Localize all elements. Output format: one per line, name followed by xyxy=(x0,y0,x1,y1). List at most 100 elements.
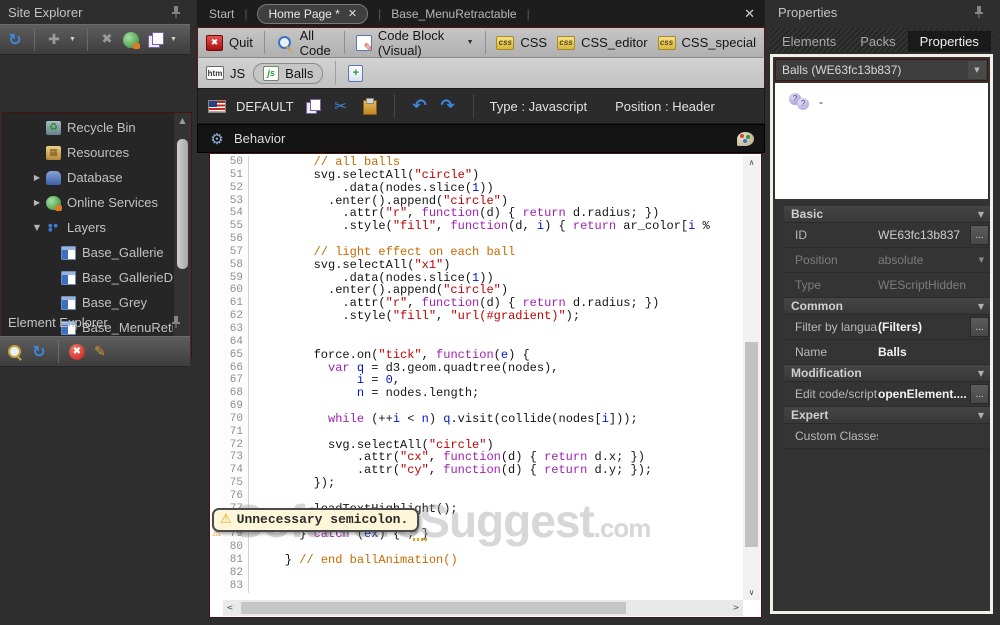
code-line[interactable]: 75 }); xyxy=(210,477,743,490)
tab-home-page[interactable]: Home Page * ✕ xyxy=(257,4,368,24)
editor-hscrollbar[interactable]: < > xyxy=(223,600,743,616)
pin-icon[interactable] xyxy=(170,5,182,19)
collapse-section-icon[interactable]: ▼ xyxy=(978,302,984,311)
tab-packs[interactable]: Packs xyxy=(848,31,907,52)
code-line[interactable]: 55 .style("fill", function(d, i) { retur… xyxy=(210,220,743,233)
tree-item-base-gallerie[interactable]: Base_Gallerie xyxy=(3,240,173,265)
scroll-up-icon[interactable]: ∧ xyxy=(743,156,760,170)
language-flag-icon[interactable] xyxy=(208,100,226,113)
tab-js[interactable]: htmJS xyxy=(206,66,245,81)
chevron-down-icon[interactable]: ▼ xyxy=(69,36,77,43)
code-editor[interactable]: 50 // all balls51 svg.selectAll("circle"… xyxy=(209,153,762,618)
tab-start[interactable]: Start xyxy=(209,7,234,21)
property-row-filter-by-langua[interactable]: Filter by langua(Filters)... xyxy=(784,315,990,340)
script-element-icon[interactable] xyxy=(789,93,811,109)
code-line[interactable]: 50 // all balls xyxy=(210,156,743,169)
quit-button[interactable]: ✖Quit xyxy=(206,35,253,51)
delete-red-icon[interactable]: ✖ xyxy=(69,344,85,360)
code-line[interactable]: 83 xyxy=(210,580,743,593)
paste-icon[interactable] xyxy=(360,97,378,115)
code-line[interactable]: 76 xyxy=(210,490,743,503)
pin-icon[interactable] xyxy=(973,5,985,19)
ellipsis-button[interactable]: ... xyxy=(970,225,989,245)
open-css-button[interactable]: cssCSS xyxy=(496,35,547,50)
code-area[interactable]: 50 // all balls51 svg.selectAll("circle"… xyxy=(210,156,743,600)
open-css_special-button[interactable]: cssCSS_special xyxy=(658,35,756,50)
tab-balls[interactable]: jsBalls xyxy=(253,63,323,84)
expand-arrow-icon[interactable]: ▶ xyxy=(32,198,42,207)
code-line[interactable]: 57 // light effect on each ball xyxy=(210,246,743,259)
close-icon[interactable]: ✕ xyxy=(744,6,755,22)
refresh-icon[interactable]: ↻ xyxy=(6,31,24,49)
open-css_editor-button[interactable]: cssCSS_editor xyxy=(557,35,647,50)
code-line[interactable]: 70 while (++i < n) q.visit(collide(nodes… xyxy=(210,413,743,426)
tree-item-resources[interactable]: ▦Resources xyxy=(3,140,173,165)
code-line[interactable]: 82 xyxy=(210,567,743,580)
scroll-up-icon[interactable]: ▲ xyxy=(174,113,191,128)
scrollbar-thumb[interactable] xyxy=(177,139,188,269)
collapse-section-icon[interactable]: ▼ xyxy=(978,411,984,420)
pin-icon[interactable] xyxy=(170,315,182,329)
undo-icon[interactable]: ↶ xyxy=(411,97,429,115)
code-line[interactable]: 68 n = nodes.length; xyxy=(210,387,743,400)
language-label[interactable]: DEFAULT xyxy=(236,99,294,114)
scroll-left-icon[interactable]: < xyxy=(223,600,237,616)
scrollbar-thumb[interactable] xyxy=(241,602,626,614)
publish-globe-icon[interactable] xyxy=(123,32,139,48)
ellipsis-button[interactable]: ... xyxy=(970,384,989,404)
code-line[interactable]: 63 xyxy=(210,323,743,336)
redo-icon[interactable]: ↷ xyxy=(439,97,457,115)
scroll-down-icon[interactable]: ∨ xyxy=(743,586,760,600)
tab-properties[interactable]: Properties xyxy=(908,31,991,52)
add-icon[interactable]: ✚ xyxy=(45,31,63,49)
code-line[interactable]: 69 xyxy=(210,400,743,413)
section-header-modification[interactable]: Modification▼ xyxy=(784,365,990,382)
code-line[interactable]: 65 force.on("tick", function(e) { xyxy=(210,349,743,362)
scrollbar-thumb[interactable] xyxy=(745,342,758,546)
section-header-basic[interactable]: Basic▼ xyxy=(784,206,990,223)
style-brush-icon[interactable]: ✎ xyxy=(91,343,109,361)
code-block-button[interactable]: Code Block (Visual)▼ xyxy=(356,28,474,58)
refresh-icon[interactable]: ↻ xyxy=(30,343,48,361)
element-selector-dropdown[interactable]: Balls (WE63fc13b837) ▼ xyxy=(775,59,988,81)
collapse-arrow-icon[interactable]: ▼ xyxy=(32,223,42,232)
section-header-expert[interactable]: Expert▼ xyxy=(784,407,990,424)
tab-base-menuretractable[interactable]: Base_MenuRetractable xyxy=(391,7,516,21)
property-row-type[interactable]: TypeWEScriptHidden xyxy=(784,273,990,298)
property-row-name[interactable]: NameBalls xyxy=(784,340,990,365)
delete-icon[interactable]: ✖ xyxy=(98,31,116,49)
export-icon[interactable] xyxy=(146,31,164,49)
cut-icon[interactable]: ✂ xyxy=(332,97,350,115)
property-value[interactable]: Balls xyxy=(878,345,990,359)
section-header-common[interactable]: Common▼ xyxy=(784,298,990,315)
code-line[interactable]: 62 .style("fill", "url(#gradient)"); xyxy=(210,310,743,323)
property-row-position[interactable]: Positionabsolute▼ xyxy=(784,248,990,273)
copy-icon[interactable] xyxy=(304,97,322,115)
collapse-section-icon[interactable]: ▼ xyxy=(978,210,984,219)
close-tab-icon[interactable]: ✕ xyxy=(348,7,357,20)
property-row-id[interactable]: IDWE63fc13b837... xyxy=(784,223,990,248)
property-row-edit-code-script[interactable]: Edit code/scriptopenElement....... xyxy=(784,382,990,407)
tab-styles[interactable]: Styles xyxy=(991,31,1000,52)
tab-elements[interactable]: Elements xyxy=(770,31,848,52)
zoom-icon[interactable] xyxy=(6,343,24,361)
palette-icon[interactable] xyxy=(737,132,754,146)
chevron-down-icon[interactable]: ▼ xyxy=(170,36,178,43)
add-script-button[interactable]: + xyxy=(348,65,363,82)
tree-item-layers[interactable]: ▼Layers xyxy=(3,215,173,240)
tree-item-database[interactable]: ▶Database xyxy=(3,165,173,190)
all-code-button[interactable]: All Code xyxy=(276,28,333,58)
ellipsis-button[interactable]: ... xyxy=(970,317,989,337)
recycle-icon: ♻ xyxy=(46,121,61,135)
property-row-custom-classes[interactable]: Custom Classes xyxy=(784,424,990,449)
tree-item-base-galleriedetail[interactable]: Base_GallerieDetail xyxy=(3,265,173,290)
editor-vscrollbar[interactable]: ∧ ∨ xyxy=(743,156,760,600)
collapse-section-icon[interactable]: ▼ xyxy=(978,369,984,378)
scroll-right-icon[interactable]: > xyxy=(729,600,743,616)
tree-item-online-services[interactable]: ▶Online Services xyxy=(3,190,173,215)
expand-arrow-icon[interactable]: ▶ xyxy=(32,173,42,182)
gutter-margin xyxy=(210,323,223,336)
code-line[interactable]: 81 } // end ballAnimation() xyxy=(210,554,743,567)
chevron-down-icon[interactable]: ▼ xyxy=(968,61,986,79)
tree-item-recycle-bin[interactable]: ♻Recycle Bin xyxy=(3,115,173,140)
